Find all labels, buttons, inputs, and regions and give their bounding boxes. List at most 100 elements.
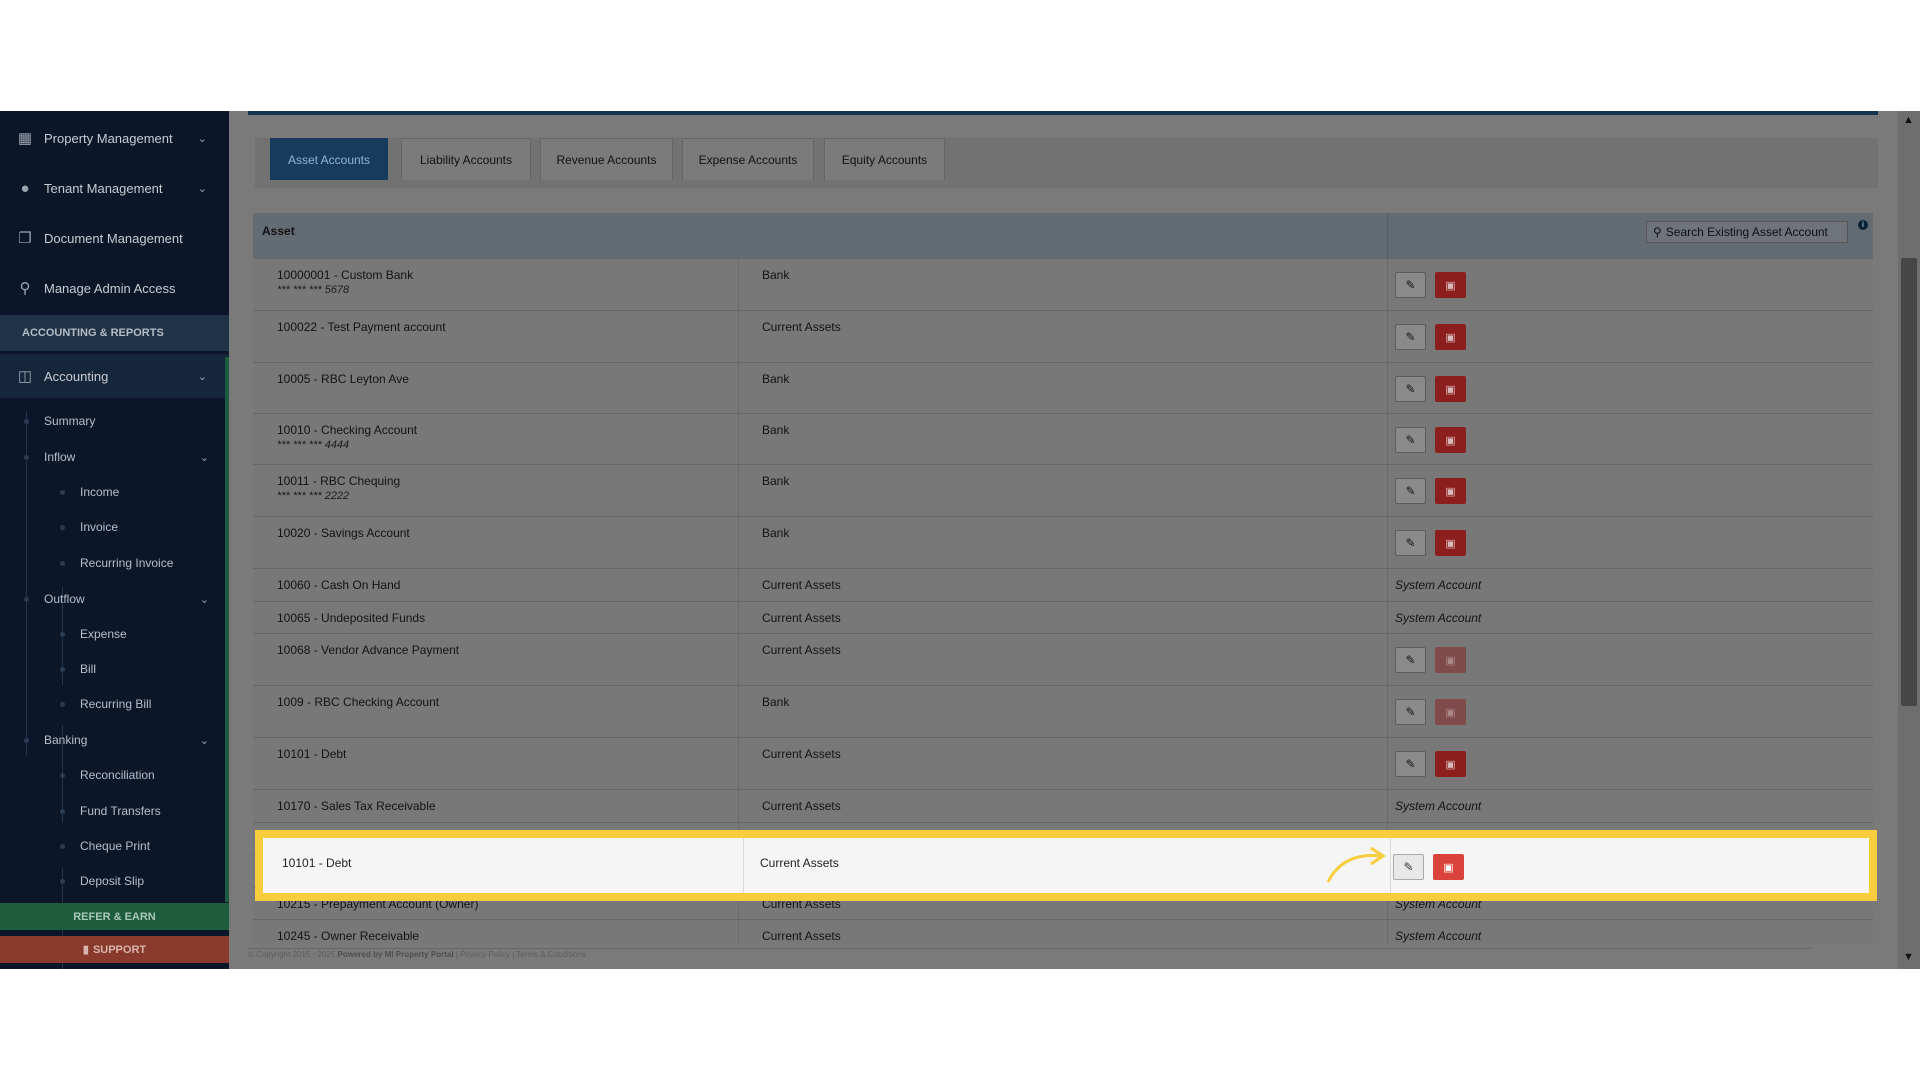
sidebar-sub-inflow[interactable]: Inflow ⌄ [0,443,225,471]
support-button[interactable]: ▮ SUPPORT [0,936,229,963]
sidebar-item-tenant-management[interactable]: ● Tenant Management ⌄ [0,166,229,210]
table-row: 10011 - RBC Chequing *** *** *** 2222 Bank… [253,464,1873,516]
sidebar-item-label: Tenant Management [44,180,163,196]
delete-button[interactable]: ▣ [1435,530,1466,556]
tab-asset-accounts[interactable]: Asset Accounts [270,138,388,180]
footer-links[interactable]: | Privacy Policy | Terms & Conditions [456,950,586,959]
info-icon[interactable]: i [1858,220,1868,230]
delete-button[interactable]: ▣ [1433,854,1464,880]
footer-copyright: © Copyright 2015 - 2025 [248,950,336,959]
sidebar-sub-outflow[interactable]: Outflow ⌄ [0,585,225,613]
table-row: 10068 - Vendor Advance Payment Current As… [253,633,1873,685]
sidebar-sub-recurring-bill[interactable]: Recurring Bill [0,690,225,718]
table-row: 10065 - Undeposited Funds Current Assets S… [253,601,1873,633]
table-row: 10101 - Debt Current Assets ✎ ▣ [253,737,1873,789]
sidebar-item-property-management[interactable]: ▦ Property Management ⌄ [0,116,229,160]
tab-revenue-accounts[interactable]: Revenue Accounts [540,138,673,180]
tab-equity-accounts[interactable]: Equity Accounts [824,138,945,180]
table-row: 1009 - RBC Checking Account Bank ✎ ▣ [253,685,1873,737]
edit-button[interactable]: ✎ [1395,647,1426,673]
chevron-down-icon: ⌄ [197,182,207,195]
money-icon: ◫ [17,368,33,385]
delete-button[interactable]: ▣ [1435,324,1466,350]
footer-powered[interactable]: Powered by MI Property Portal [338,950,454,959]
active-indicator [225,357,229,902]
table-header-asset: Asset [262,224,295,238]
edit-button[interactable]: ✎ [1395,699,1426,725]
support-label: SUPPORT [92,943,147,956]
scrollbar-thumb[interactable] [1901,258,1917,706]
refer-earn-button[interactable]: REFER & EARN [0,903,229,930]
sidebar-sub-invoice[interactable]: Invoice [0,513,225,541]
sidebar-item-label: Document Management [44,230,183,246]
sidebar-sub-bill[interactable]: Bill [0,655,225,683]
sidebar-sub-expense[interactable]: Expense [0,620,225,648]
sidebar-sub-reconciliation[interactable]: Reconciliation [0,761,225,789]
account-type: Bank [762,268,790,282]
edit-button[interactable]: ✎ [1395,272,1426,298]
sidebar-item-manage-admin-access[interactable]: ⚲ Manage Admin Access [0,266,229,310]
tab-expense-accounts[interactable]: Expense Accounts [682,138,814,180]
chevron-down-icon: ⌄ [199,451,209,464]
sidebar-item-accounting[interactable]: ◫ Accounting ⌄ [0,354,229,398]
edit-button[interactable]: ✎ [1395,478,1426,504]
account-type: Bank [762,372,790,386]
sidebar-sub-deposit-slip[interactable]: Deposit Slip [0,867,225,895]
account-mask: *** *** *** 5678 [277,284,350,296]
sidebar-sub-banking[interactable]: Banking ⌄ [0,726,225,754]
account-mask: *** *** *** 4444 [277,439,350,451]
delete-button[interactable]: ▣ [1435,427,1466,453]
sidebar-item-document-management[interactable]: ❐ Document Management [0,216,229,260]
search-icon: ⚲ [1653,225,1662,239]
account-type: Current Assets [762,578,841,592]
trash-icon: ▣ [1445,331,1456,344]
sidebar-sub-income[interactable]: Income [0,478,225,506]
book-icon: ▮ [82,944,89,956]
account-mask: *** *** *** 2222 [277,490,350,502]
table-row: 10005 - RBC Leyton Ave Bank ✎ ▣ [253,362,1873,413]
pencil-icon: ✎ [1405,278,1416,292]
pencil-icon: ✎ [1405,757,1416,771]
pencil-icon: ✎ [1405,653,1416,667]
sidebar-sub-fund-transfers[interactable]: Fund Transfers [0,797,225,825]
delete-button[interactable]: ▣ [1435,751,1466,777]
scroll-down-icon[interactable]: ▼ [1903,951,1914,963]
sidebar-item-label: Property Management [44,130,173,146]
edit-button[interactable]: ✎ [1395,376,1426,402]
table-row: 10060 - Cash On Hand Current Assets System… [253,568,1873,601]
pencil-icon: ✎ [1405,705,1416,719]
delete-button: ▣ [1435,699,1466,725]
account-name: 10065 - Undeposited Funds [277,611,426,625]
sidebar-sub-summary[interactable]: Summary [0,407,225,435]
search-asset-account-button[interactable]: ⚲ Search Existing Asset Account [1646,221,1848,243]
table-row: 10010 - Checking Account *** *** *** 4444… [253,413,1873,464]
edit-button[interactable]: ✎ [1395,427,1426,453]
edit-button[interactable]: ✎ [1395,530,1426,556]
account-name: 10005 - RBC Leyton Ave [277,372,409,386]
app-window: ▦ Property Management ⌄ ● Tenant Managem… [0,111,1920,969]
tab-liability-accounts[interactable]: Liability Accounts [401,138,531,180]
table-row: 10245 - Owner Receivable Current Assets Sy… [253,919,1873,944]
edit-button[interactable]: ✎ [1395,751,1426,777]
table-row: 10020 - Savings Account Bank ✎ ▣ [253,516,1873,568]
delete-button[interactable]: ▣ [1435,272,1466,298]
trash-icon: ▣ [1445,485,1456,498]
sidebar-sub-recurring-invoice[interactable]: Recurring Invoice [0,549,225,577]
pencil-icon: ✎ [1405,536,1416,550]
account-type: Bank [762,423,790,437]
account-type: Current Assets [762,799,841,813]
chevron-down-icon: ⌄ [197,370,207,383]
account-name: 1009 - RBC Checking Account [277,695,440,709]
account-type: Current Assets [760,856,839,870]
edit-button[interactable]: ✎ [1393,854,1424,880]
delete-button[interactable]: ▣ [1435,478,1466,504]
sidebar-sub-cheque-print[interactable]: Cheque Print [0,832,225,860]
trash-icon: ▣ [1445,383,1456,396]
delete-button[interactable]: ▣ [1435,376,1466,402]
edit-button[interactable]: ✎ [1395,324,1426,350]
scroll-up-icon[interactable]: ▲ [1903,114,1914,126]
account-name: 10170 - Sales Tax Receivable [277,799,436,813]
pencil-icon: ✎ [1403,860,1414,874]
chevron-down-icon: ⌄ [199,734,209,747]
account-type: Current Assets [762,929,841,943]
